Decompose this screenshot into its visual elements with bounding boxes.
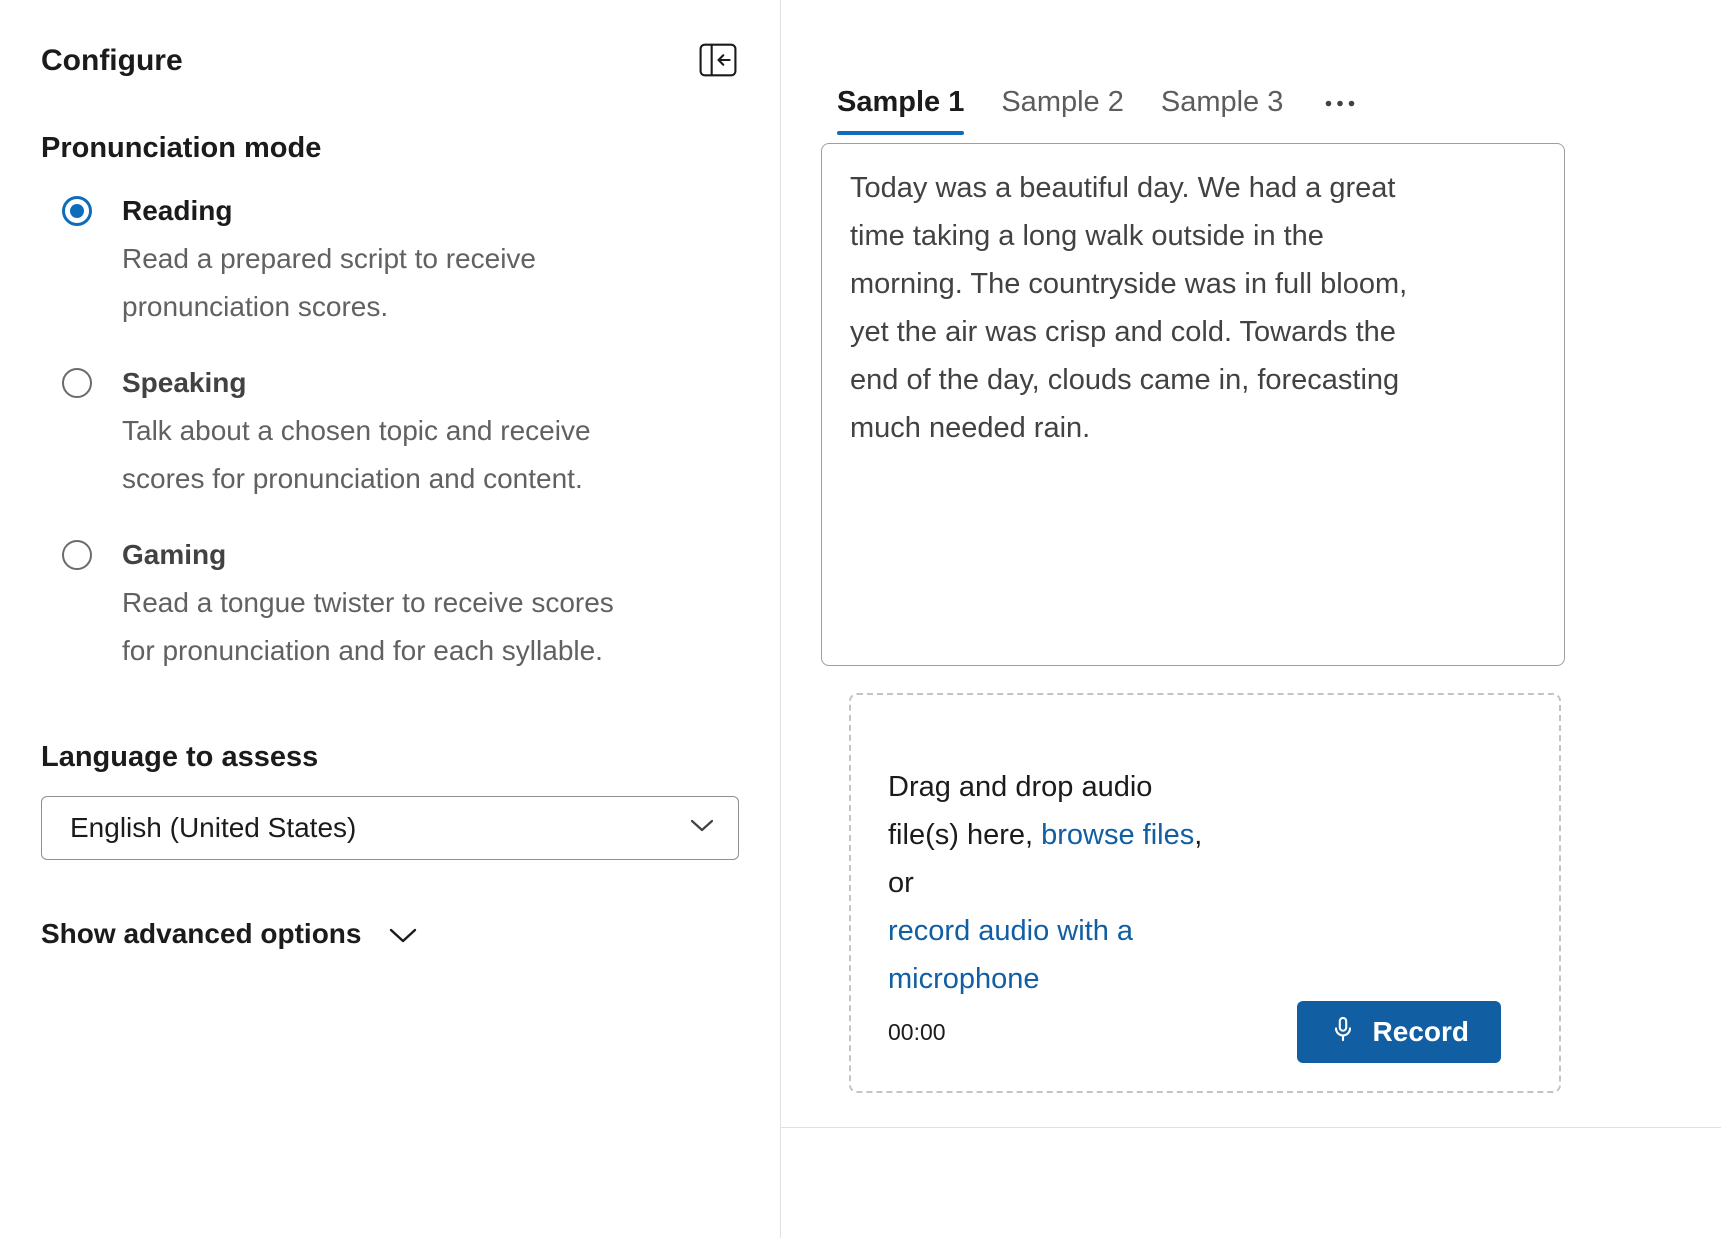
script-textarea[interactable]: Today was a beautiful day. We had a grea… [821, 143, 1565, 666]
sample-tabs: Sample 1 Sample 2 Sample 3 [821, 86, 1565, 135]
language-dropdown[interactable]: English (United States) [41, 796, 739, 860]
more-icon [1324, 96, 1356, 111]
panel-left-contract-icon [699, 43, 737, 80]
radio-description-gaming: Read a tongue twister to receive scores … [122, 579, 637, 675]
dropzone-footer: 00:00 Record [888, 1001, 1501, 1063]
tab-sample-1[interactable]: Sample 1 [837, 86, 964, 135]
show-advanced-options-button[interactable]: Show advanced options [41, 918, 417, 950]
page-title: Configure [41, 44, 183, 78]
radio-text: Gaming Read a tongue twister to receive … [122, 531, 637, 675]
language-to-assess-heading: Language to assess [41, 741, 739, 774]
radio-label-gaming: Gaming [122, 531, 637, 579]
pronunciation-option-gaming[interactable]: Gaming Read a tongue twister to receive … [41, 531, 739, 675]
pronunciation-option-reading[interactable]: Reading Read a prepared script to receiv… [41, 187, 739, 331]
dropzone-instructions: Drag and drop audio file(s) here, browse… [888, 763, 1220, 1003]
collapse-panel-button[interactable] [697, 42, 739, 80]
chevron-down-icon [690, 819, 714, 837]
pronunciation-mode-radio-group: Reading Read a prepared script to receiv… [41, 187, 739, 675]
radio-label-reading: Reading [122, 187, 637, 235]
radio-text: Speaking Talk about a chosen topic and r… [122, 359, 637, 503]
sample-panel: Sample 1 Sample 2 Sample 3 Today was a b… [781, 0, 1721, 1238]
pronunciation-assessment-page: Configure Pronunciation mode Reading [0, 0, 1721, 1238]
chevron-down-icon [389, 918, 417, 950]
configure-panel-header: Configure [41, 42, 739, 80]
more-tabs-button[interactable] [1320, 86, 1360, 127]
sample-content: Sample 1 Sample 2 Sample 3 Today was a b… [781, 0, 1721, 1128]
radio-button-gaming[interactable] [62, 540, 92, 570]
radio-description-speaking: Talk about a chosen topic and receive sc… [122, 407, 637, 503]
show-advanced-options-label: Show advanced options [41, 918, 361, 950]
microphone-icon [1329, 1015, 1357, 1050]
tab-sample-2[interactable]: Sample 2 [1001, 86, 1124, 135]
record-button[interactable]: Record [1297, 1001, 1501, 1063]
radio-description-reading: Read a prepared script to receive pronun… [122, 235, 637, 331]
pronunciation-option-speaking[interactable]: Speaking Talk about a chosen topic and r… [41, 359, 739, 503]
pronunciation-mode-heading: Pronunciation mode [41, 132, 739, 165]
radio-button-speaking[interactable] [62, 368, 92, 398]
radio-text: Reading Read a prepared script to receiv… [122, 187, 637, 331]
configure-panel: Configure Pronunciation mode Reading [0, 0, 781, 1238]
record-audio-link[interactable]: record audio with a microphone [888, 907, 1220, 1003]
radio-button-reading[interactable] [62, 196, 92, 226]
radio-label-speaking: Speaking [122, 359, 637, 407]
audio-dropzone[interactable]: Drag and drop audio file(s) here, browse… [849, 693, 1561, 1093]
tab-sample-3[interactable]: Sample 3 [1161, 86, 1284, 135]
browse-files-link[interactable]: browse files [1041, 819, 1194, 851]
language-dropdown-value: English (United States) [70, 812, 356, 844]
record-button-label: Record [1373, 1016, 1469, 1048]
recording-timer: 00:00 [888, 1019, 946, 1046]
